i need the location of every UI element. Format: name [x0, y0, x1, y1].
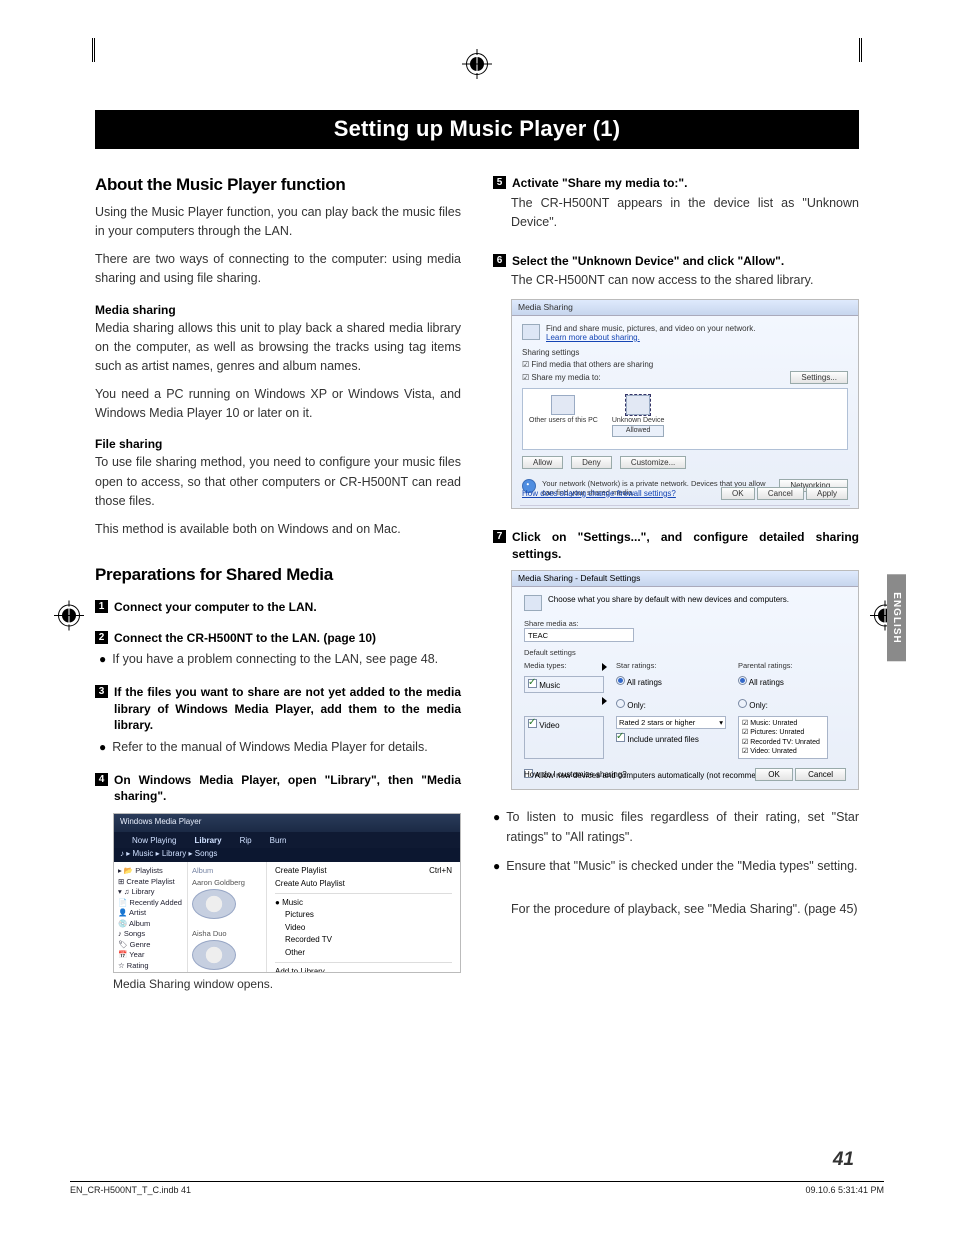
- wmp-tree[interactable]: ▸ 📂 Playlists ⊞ Create Playlist▾ ♫ Libra…: [114, 862, 188, 972]
- step-1: 1 Connect your computer to the LAN.: [95, 599, 461, 616]
- learn-more-link[interactable]: Learn more about sharing.: [546, 333, 640, 342]
- customize-sharing-link[interactable]: How do I customize sharing?: [524, 770, 627, 779]
- caption-wmp: Media Sharing window opens.: [113, 977, 461, 991]
- bullet-icon: ●: [493, 857, 500, 876]
- step-text: Click on "Settings...", and configure de…: [512, 529, 859, 563]
- subheading-file-sharing: File sharing: [95, 437, 461, 451]
- step-number-icon: 4: [95, 773, 108, 786]
- wmp-titlebar: Windows Media Player: [114, 814, 460, 832]
- wmp-tab-now-playing[interactable]: Now Playing: [132, 836, 176, 845]
- wmp-album-pane: Album Aaron Goldberg Aisha Duo: [188, 862, 266, 972]
- step-7: 7 Click on "Settings...", and configure …: [493, 529, 859, 563]
- sharing-icon: [522, 324, 540, 340]
- body-text: This method is available both on Windows…: [95, 520, 461, 539]
- step-4: 4 On Windows Media Player, open "Library…: [95, 772, 461, 806]
- arrow-icon: [602, 663, 607, 671]
- bullet-icon: ●: [493, 808, 500, 847]
- star-only-radio[interactable]: [616, 699, 625, 708]
- body-text: Using the Music Player function, you can…: [95, 203, 461, 242]
- device-icon: [626, 395, 650, 415]
- album-art-icon: [192, 889, 236, 919]
- body-text: The CR-H500NT can now access to the shar…: [511, 271, 859, 290]
- step-number-icon: 6: [493, 254, 506, 267]
- step-6: 6 Select the "Unknown Device" and click …: [493, 253, 859, 270]
- step-text: If the files you want to share are not y…: [114, 684, 461, 734]
- music-checkbox[interactable]: [528, 679, 537, 688]
- wmp-toolbar: Now Playing Library Rip Burn: [114, 832, 460, 848]
- step-text: Connect your computer to the LAN.: [114, 599, 317, 616]
- step-number-icon: 3: [95, 685, 108, 698]
- bullet-icon: ●: [99, 738, 106, 757]
- step-number-icon: 2: [95, 631, 108, 644]
- step-text: Activate "Share my media to:".: [512, 175, 687, 192]
- arrow-icon: [602, 697, 607, 705]
- device-list[interactable]: Other users of this PC Unknown DeviceAll…: [522, 388, 848, 450]
- step-number-icon: 1: [95, 600, 108, 613]
- bullet-text: Refer to the manual of Windows Media Pla…: [112, 738, 427, 757]
- screenshot-default-settings-dialog: Media Sharing - Default Settings Choose …: [511, 570, 859, 790]
- dialog-title: Media Sharing: [512, 300, 858, 316]
- ok-button[interactable]: OK: [755, 768, 793, 781]
- settings-button[interactable]: Settings...: [790, 371, 848, 384]
- album-art-icon: [192, 940, 236, 970]
- stars-dropdown[interactable]: Rated 2 stars or higher▾: [616, 716, 726, 729]
- body-text: For the procedure of playback, see "Medi…: [511, 900, 859, 919]
- step-number-icon: 7: [493, 530, 506, 543]
- deny-button[interactable]: Deny: [571, 456, 612, 469]
- parental-listbox[interactable]: ☑ Music: Unrated ☑ Pictures: Unrated ☑ R…: [738, 716, 828, 758]
- share-as-input[interactable]: TEAC: [524, 628, 634, 642]
- device-icon: [551, 395, 575, 415]
- cancel-button[interactable]: Cancel: [757, 487, 804, 500]
- bullet-item: ● Refer to the manual of Windows Media P…: [99, 738, 461, 757]
- subheading-media-sharing: Media sharing: [95, 303, 461, 317]
- footer: EN_CR-H500NT_T_C.indb 41 09.10.6 5:31:41…: [70, 1181, 884, 1195]
- step-2: 2 Connect the CR-H500NT to the LAN. (pag…: [95, 630, 461, 647]
- chevron-down-icon: ▾: [719, 718, 723, 727]
- video-checkbox[interactable]: [528, 719, 537, 728]
- wmp-tab-rip[interactable]: Rip: [240, 836, 252, 845]
- bullet-text: Ensure that "Music" is checked under the…: [506, 857, 857, 876]
- body-text: Media sharing allows this unit to play b…: [95, 319, 461, 377]
- page-number: 41: [833, 1149, 854, 1171]
- screenshot-media-sharing-dialog: Media Sharing Find and share music, pict…: [511, 299, 859, 509]
- cancel-button[interactable]: Cancel: [795, 768, 846, 781]
- sharing-icon: [524, 595, 542, 611]
- bullet-item: ● If you have a problem connecting to th…: [99, 650, 461, 669]
- body-text: The CR-H500NT appears in the device list…: [511, 194, 859, 233]
- step-5: 5 Activate "Share my media to:".: [493, 175, 859, 192]
- body-text: To use file sharing method, you need to …: [95, 453, 461, 511]
- customize-button[interactable]: Customize...: [620, 456, 686, 469]
- heading-preparations: Preparations for Shared Media: [95, 565, 461, 585]
- step-text: On Windows Media Player, open "Library",…: [114, 772, 461, 806]
- language-tab: ENGLISH: [887, 574, 906, 661]
- heading-about: About the Music Player function: [95, 175, 461, 195]
- ok-button[interactable]: OK: [721, 487, 755, 500]
- step-text: Select the "Unknown Device" and click "A…: [512, 253, 784, 270]
- wmp-tab-library[interactable]: Library: [194, 836, 221, 845]
- step-number-icon: 5: [493, 176, 506, 189]
- step-text: Connect the CR-H500NT to the LAN. (page …: [114, 630, 376, 647]
- bullet-icon: ●: [99, 650, 106, 669]
- step-3: 3 If the files you want to share are not…: [95, 684, 461, 734]
- apply-button[interactable]: Apply: [806, 487, 848, 500]
- dialog-title: Media Sharing - Default Settings: [512, 571, 858, 587]
- body-text: You need a PC running on Windows XP or W…: [95, 385, 461, 424]
- bullet-item: ● Ensure that "Music" is checked under t…: [493, 857, 859, 876]
- wmp-tab-burn[interactable]: Burn: [270, 836, 287, 845]
- footer-file: EN_CR-H500NT_T_C.indb 41: [70, 1185, 191, 1195]
- bullet-text: To listen to music files regardless of t…: [506, 808, 859, 847]
- body-text: There are two ways of connecting to the …: [95, 250, 461, 289]
- bullet-item: ● To listen to music files regardless of…: [493, 808, 859, 847]
- footer-timestamp: 09.10.6 5:31:41 PM: [805, 1185, 884, 1195]
- wmp-breadcrumb: ♪ ▸ Music ▸ Library ▸ Songs: [114, 848, 460, 862]
- parental-all-radio[interactable]: [738, 676, 747, 685]
- bullet-text: If you have a problem connecting to the …: [112, 650, 438, 669]
- page-banner: Setting up Music Player (1): [95, 110, 859, 149]
- parental-only-radio[interactable]: [738, 699, 747, 708]
- allow-button[interactable]: Allow: [522, 456, 563, 469]
- star-all-radio[interactable]: [616, 676, 625, 685]
- firewall-link[interactable]: How does sharing change firewall setting…: [522, 489, 676, 498]
- wmp-library-menu[interactable]: Create PlaylistCtrl+N Create Auto Playli…: [266, 862, 460, 972]
- screenshot-wmp: Windows Media Player Now Playing Library…: [113, 813, 461, 973]
